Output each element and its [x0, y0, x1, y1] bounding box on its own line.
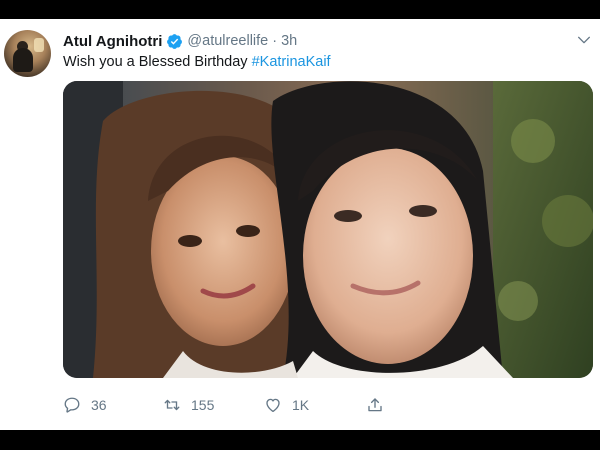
retweet-button[interactable]: 155 [163, 395, 214, 415]
reply-button[interactable]: 36 [63, 395, 107, 415]
tweet-media-photo[interactable] [63, 81, 593, 378]
author-name[interactable]: Atul Agnihotri [63, 33, 162, 50]
tweet-actions: 36 155 1K [63, 395, 393, 415]
meta-separator: · [272, 33, 278, 49]
retweet-count: 155 [191, 397, 215, 413]
hashtag-link[interactable]: #KatrinaKaif [252, 54, 331, 70]
retweet-icon [164, 399, 180, 411]
photo-illustration [63, 81, 593, 378]
chevron-down-icon[interactable] [576, 32, 592, 48]
avatar-person-body [13, 48, 33, 72]
tweet-text: Wish you a Blessed Birthday #KatrinaKaif [63, 54, 331, 70]
timestamp[interactable]: 3h [281, 33, 297, 49]
author-handle[interactable]: @atulreellife [187, 33, 268, 49]
reply-count: 36 [91, 397, 107, 413]
share-button[interactable] [366, 395, 384, 415]
avatar[interactable] [4, 30, 51, 77]
like-button[interactable]: 1K [264, 395, 309, 415]
like-count: 1K [292, 397, 310, 413]
avatar-background-light [34, 38, 44, 52]
reply-icon [64, 397, 80, 413]
share-icon [368, 398, 382, 412]
like-icon [266, 398, 280, 413]
tweet-header: Atul Agnihotri @atulreellife · 3h [63, 31, 297, 51]
tweet-card: Atul Agnihotri @atulreellife · 3h Wish y… [0, 19, 600, 430]
verified-badge-icon [167, 33, 183, 49]
tweet-text-body: Wish you a Blessed Birthday [63, 54, 252, 70]
